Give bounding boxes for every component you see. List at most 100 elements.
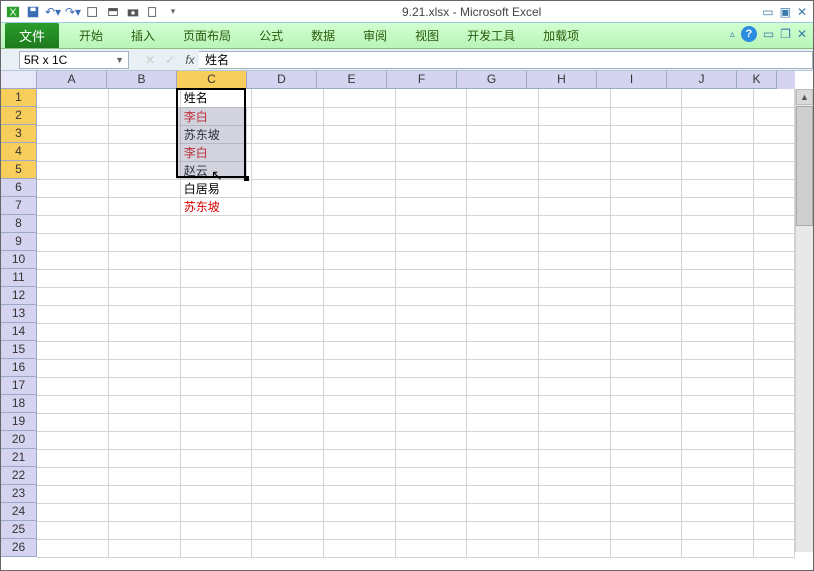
cell[interactable] <box>324 359 396 377</box>
cell[interactable] <box>252 107 324 125</box>
tab-formulas[interactable]: 公式 <box>245 23 297 48</box>
row-header[interactable]: 9 <box>1 233 37 251</box>
column-header[interactable]: E <box>317 71 387 89</box>
cell[interactable] <box>467 89 539 107</box>
row-header[interactable]: 14 <box>1 323 37 341</box>
cell[interactable] <box>109 305 181 323</box>
cell[interactable] <box>180 431 252 449</box>
cell[interactable] <box>252 467 324 485</box>
cell[interactable] <box>324 449 396 467</box>
cell[interactable] <box>252 233 324 251</box>
cell[interactable] <box>467 377 539 395</box>
cell[interactable] <box>252 251 324 269</box>
cell[interactable] <box>37 269 109 287</box>
row-header[interactable]: 2 <box>1 107 37 125</box>
cell[interactable] <box>37 395 109 413</box>
cell[interactable] <box>180 485 252 503</box>
cell[interactable] <box>682 179 754 197</box>
select-all-corner[interactable] <box>1 71 37 89</box>
cell[interactable] <box>180 323 252 341</box>
cell[interactable] <box>682 197 754 215</box>
cell[interactable] <box>109 161 181 179</box>
row-header[interactable]: 21 <box>1 449 37 467</box>
row-header[interactable]: 4 <box>1 143 37 161</box>
cell[interactable] <box>753 431 794 449</box>
cell[interactable] <box>682 143 754 161</box>
cell[interactable] <box>324 377 396 395</box>
cell[interactable] <box>324 143 396 161</box>
row-header[interactable]: 17 <box>1 377 37 395</box>
cell[interactable] <box>538 179 610 197</box>
cell[interactable] <box>37 287 109 305</box>
cell[interactable] <box>109 233 181 251</box>
cell[interactable] <box>324 197 396 215</box>
cell[interactable] <box>395 89 467 107</box>
cell[interactable] <box>467 215 539 233</box>
cell[interactable] <box>37 143 109 161</box>
cell[interactable] <box>682 377 754 395</box>
cell[interactable] <box>538 233 610 251</box>
workbook-restore-icon[interactable]: ❐ <box>780 27 791 41</box>
cell[interactable] <box>753 449 794 467</box>
cell[interactable] <box>395 503 467 521</box>
save-icon[interactable] <box>25 4 41 20</box>
cell[interactable] <box>37 197 109 215</box>
cell[interactable] <box>538 431 610 449</box>
cell[interactable] <box>467 485 539 503</box>
row-header[interactable]: 25 <box>1 521 37 539</box>
cell[interactable] <box>753 323 794 341</box>
cell[interactable] <box>180 305 252 323</box>
cell[interactable] <box>395 269 467 287</box>
cell[interactable] <box>538 305 610 323</box>
cell[interactable] <box>610 89 682 107</box>
cell[interactable] <box>467 539 539 557</box>
cell[interactable] <box>610 215 682 233</box>
cell[interactable] <box>180 359 252 377</box>
cell[interactable] <box>324 395 396 413</box>
cell[interactable]: 苏东坡 <box>180 125 252 143</box>
cell[interactable] <box>252 161 324 179</box>
minimize-icon[interactable]: ▭ <box>762 5 773 19</box>
cell[interactable] <box>324 341 396 359</box>
cell[interactable] <box>682 305 754 323</box>
cell[interactable] <box>467 251 539 269</box>
cell[interactable] <box>109 413 181 431</box>
cell[interactable] <box>109 467 181 485</box>
cell[interactable] <box>37 179 109 197</box>
cell[interactable] <box>610 179 682 197</box>
cell[interactable] <box>395 341 467 359</box>
cell[interactable] <box>395 179 467 197</box>
cell[interactable] <box>467 305 539 323</box>
cell[interactable] <box>538 413 610 431</box>
cell[interactable] <box>610 395 682 413</box>
cell[interactable] <box>395 323 467 341</box>
cell[interactable] <box>252 323 324 341</box>
cell[interactable] <box>37 215 109 233</box>
cell[interactable] <box>538 287 610 305</box>
cell[interactable] <box>395 539 467 557</box>
cell[interactable] <box>682 125 754 143</box>
cell[interactable] <box>324 233 396 251</box>
cell[interactable] <box>682 431 754 449</box>
cell[interactable] <box>109 269 181 287</box>
row-header[interactable]: 24 <box>1 503 37 521</box>
cell[interactable] <box>180 449 252 467</box>
cell[interactable] <box>538 107 610 125</box>
cell[interactable] <box>37 449 109 467</box>
cell[interactable] <box>252 287 324 305</box>
cell[interactable] <box>682 287 754 305</box>
cell[interactable] <box>395 125 467 143</box>
cell[interactable] <box>395 359 467 377</box>
column-header[interactable]: H <box>527 71 597 89</box>
cell[interactable] <box>467 143 539 161</box>
tab-home[interactable]: 开始 <box>65 23 117 48</box>
cell[interactable] <box>395 251 467 269</box>
column-header[interactable]: A <box>37 71 107 89</box>
tab-review[interactable]: 审阅 <box>349 23 401 48</box>
cell[interactable] <box>538 269 610 287</box>
row-header[interactable]: 11 <box>1 269 37 287</box>
cell[interactable] <box>109 215 181 233</box>
cell[interactable] <box>538 395 610 413</box>
cell[interactable] <box>682 215 754 233</box>
name-box-dropdown-icon[interactable]: ▼ <box>115 55 124 65</box>
